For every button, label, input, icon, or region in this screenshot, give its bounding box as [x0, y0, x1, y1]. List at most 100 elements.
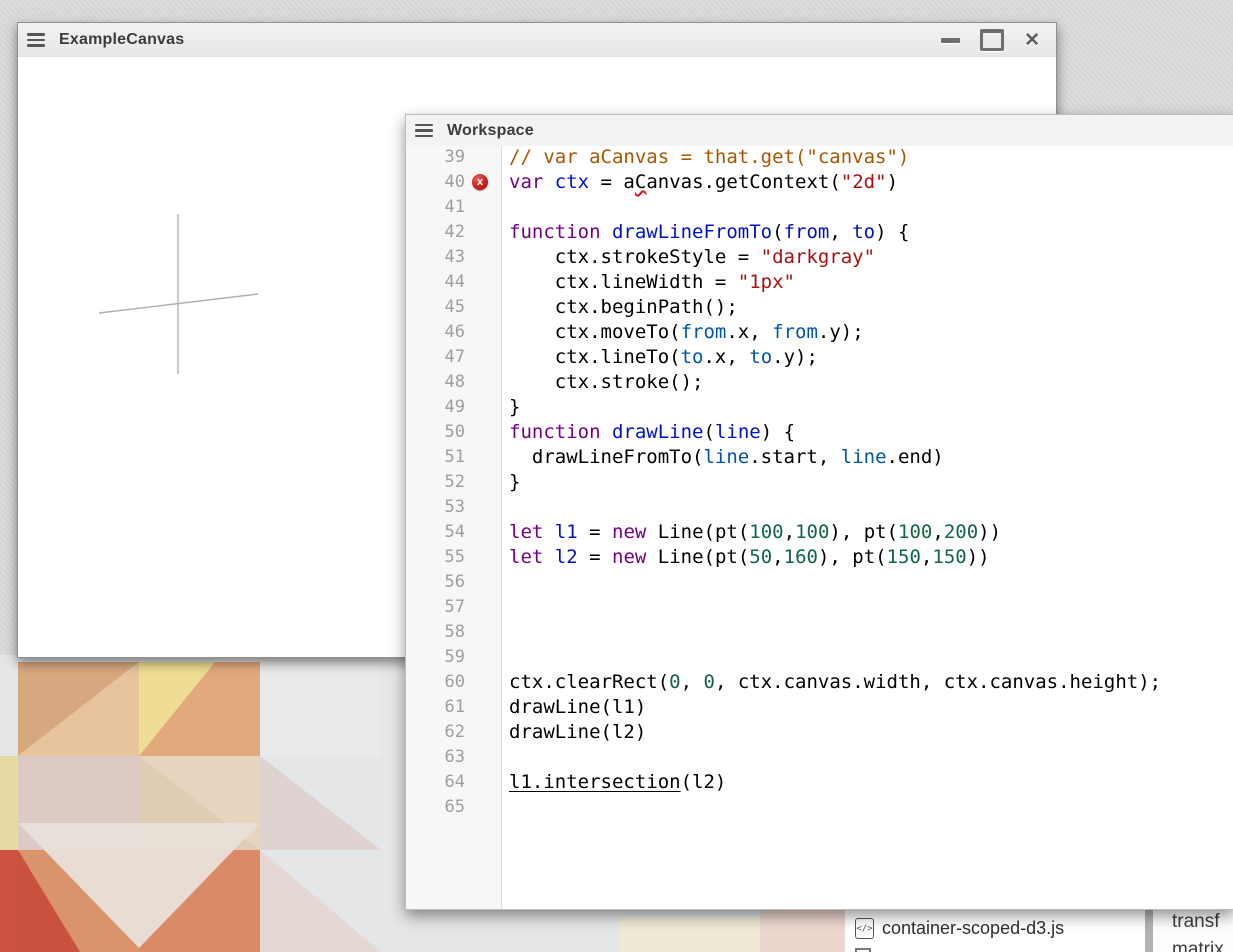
- code-line: ctx.clearRect(0, 0, ctx.canvas.width, ct…: [509, 670, 1233, 695]
- code-token: "2d": [841, 171, 887, 193]
- list-item[interactable]: </> container-scoped-d3.js: [855, 918, 1064, 939]
- line-number: 48: [406, 370, 501, 395]
- line-number: 56: [406, 570, 501, 595]
- line-number: 59: [406, 645, 501, 670]
- code-token: .x,: [726, 321, 772, 343]
- code-token: }: [509, 471, 520, 493]
- code-token: , ctx.canvas.width, ctx.canvas.height);: [715, 671, 1161, 693]
- maximize-icon[interactable]: [980, 29, 1004, 51]
- code-token: Line(pt(: [646, 546, 749, 568]
- code-token: .end): [887, 446, 944, 468]
- code-token: ,: [829, 221, 852, 243]
- clipped-list-item-icon: [855, 948, 871, 952]
- desktop: ExampleCanvas ✕ Workspace 3940x414243444…: [0, 0, 1233, 952]
- code-token: 0: [704, 671, 715, 693]
- code-line: [509, 745, 1233, 770]
- line-number: 39: [406, 146, 501, 170]
- hamburger-icon[interactable]: [415, 124, 433, 138]
- code-token: l1: [555, 521, 578, 543]
- error-badge-icon[interactable]: x: [472, 174, 488, 190]
- clipped-text-line: matrix: [1172, 938, 1224, 952]
- code-line: }: [509, 395, 1233, 420]
- code-token: 50: [749, 546, 772, 568]
- line-number-gutter: 3940x41424344454647484950515253545556575…: [406, 146, 502, 909]
- line-number: 60: [406, 670, 501, 695]
- clipped-text-line: transf: [1172, 910, 1220, 934]
- line-number: 46: [406, 320, 501, 345]
- code-area[interactable]: // var aCanvas = that.get("canvas")var c…: [502, 146, 1233, 909]
- code-line: [509, 195, 1233, 220]
- code-line: ctx.beginPath();: [509, 295, 1233, 320]
- code-token: 150: [932, 546, 966, 568]
- code-token: ): [887, 171, 898, 193]
- code-token: (l2): [681, 771, 727, 793]
- scrollbar[interactable]: [1145, 910, 1153, 952]
- minimize-icon[interactable]: [941, 38, 960, 43]
- code-token: = a: [589, 171, 635, 193]
- code-token: ,: [932, 521, 943, 543]
- line-number: 41: [406, 195, 501, 220]
- code-token: ,: [784, 521, 795, 543]
- code-token: line: [715, 421, 761, 443]
- code-token: [543, 521, 554, 543]
- code-token: to: [749, 346, 772, 368]
- clipped-text-panel: transf matrix: [1153, 910, 1233, 952]
- window-title: ExampleCanvas: [59, 31, 184, 49]
- file-name: container-scoped-d3.js: [882, 918, 1064, 939]
- code-token: l1.intersection: [509, 771, 681, 793]
- code-line: drawLine(l1): [509, 695, 1233, 720]
- workspace-titlebar[interactable]: Workspace: [406, 115, 1233, 147]
- code-token: ctx.lineWidth =: [509, 271, 738, 293]
- code-token: 100: [898, 521, 932, 543]
- line-number: 47: [406, 345, 501, 370]
- code-token: ), pt(: [829, 521, 898, 543]
- line-number: 51: [406, 445, 501, 470]
- code-token: ctx.lineTo(: [509, 346, 681, 368]
- code-token: .y);: [818, 321, 864, 343]
- line-number: 57: [406, 595, 501, 620]
- code-token: ,: [921, 546, 932, 568]
- line-number: 42: [406, 220, 501, 245]
- close-icon[interactable]: ✕: [1024, 31, 1040, 50]
- code-token: ctx: [555, 171, 589, 193]
- example-canvas-titlebar[interactable]: ExampleCanvas ✕: [18, 23, 1056, 58]
- code-token: )): [967, 546, 990, 568]
- code-line: ctx.lineWidth = "1px": [509, 270, 1233, 295]
- hamburger-icon[interactable]: [27, 33, 45, 47]
- code-token: [543, 546, 554, 568]
- code-token: ctx.clearRect(: [509, 671, 669, 693]
- code-token: ) {: [875, 221, 909, 243]
- code-line: [509, 595, 1233, 620]
- code-line: [509, 570, 1233, 595]
- line-number: 44: [406, 270, 501, 295]
- code-token: (: [772, 221, 783, 243]
- line-number: 43: [406, 245, 501, 270]
- code-token: function: [509, 221, 601, 243]
- code-token: line: [841, 446, 887, 468]
- code-token: l2: [555, 546, 578, 568]
- code-token: let: [509, 546, 543, 568]
- line-number: 54: [406, 520, 501, 545]
- code-line: ctx.strokeStyle = "darkgray": [509, 245, 1233, 270]
- code-file-icon: </>: [855, 918, 874, 939]
- code-token: function: [509, 421, 601, 443]
- line-number: 58: [406, 620, 501, 645]
- code-line: let l2 = new Line(pt(50,160), pt(150,150…: [509, 545, 1233, 570]
- code-token: .start,: [749, 446, 841, 468]
- code-token: from: [772, 321, 818, 343]
- code-token: =: [578, 546, 612, 568]
- code-line: let l1 = new Line(pt(100,100), pt(100,20…: [509, 520, 1233, 545]
- line-number: 65: [406, 795, 501, 820]
- line-number: 64: [406, 770, 501, 795]
- line-number: 49: [406, 395, 501, 420]
- code-token: )): [978, 521, 1001, 543]
- code-token: (: [703, 421, 714, 443]
- line-number: 55: [406, 545, 501, 570]
- code-line: [509, 645, 1233, 670]
- code-line: [509, 795, 1233, 820]
- code-editor: 3940x41424344454647484950515253545556575…: [406, 146, 1233, 909]
- code-token: to: [681, 346, 704, 368]
- code-token: ctx.beginPath();: [509, 296, 738, 318]
- code-token: [543, 171, 554, 193]
- code-token: ,: [772, 546, 783, 568]
